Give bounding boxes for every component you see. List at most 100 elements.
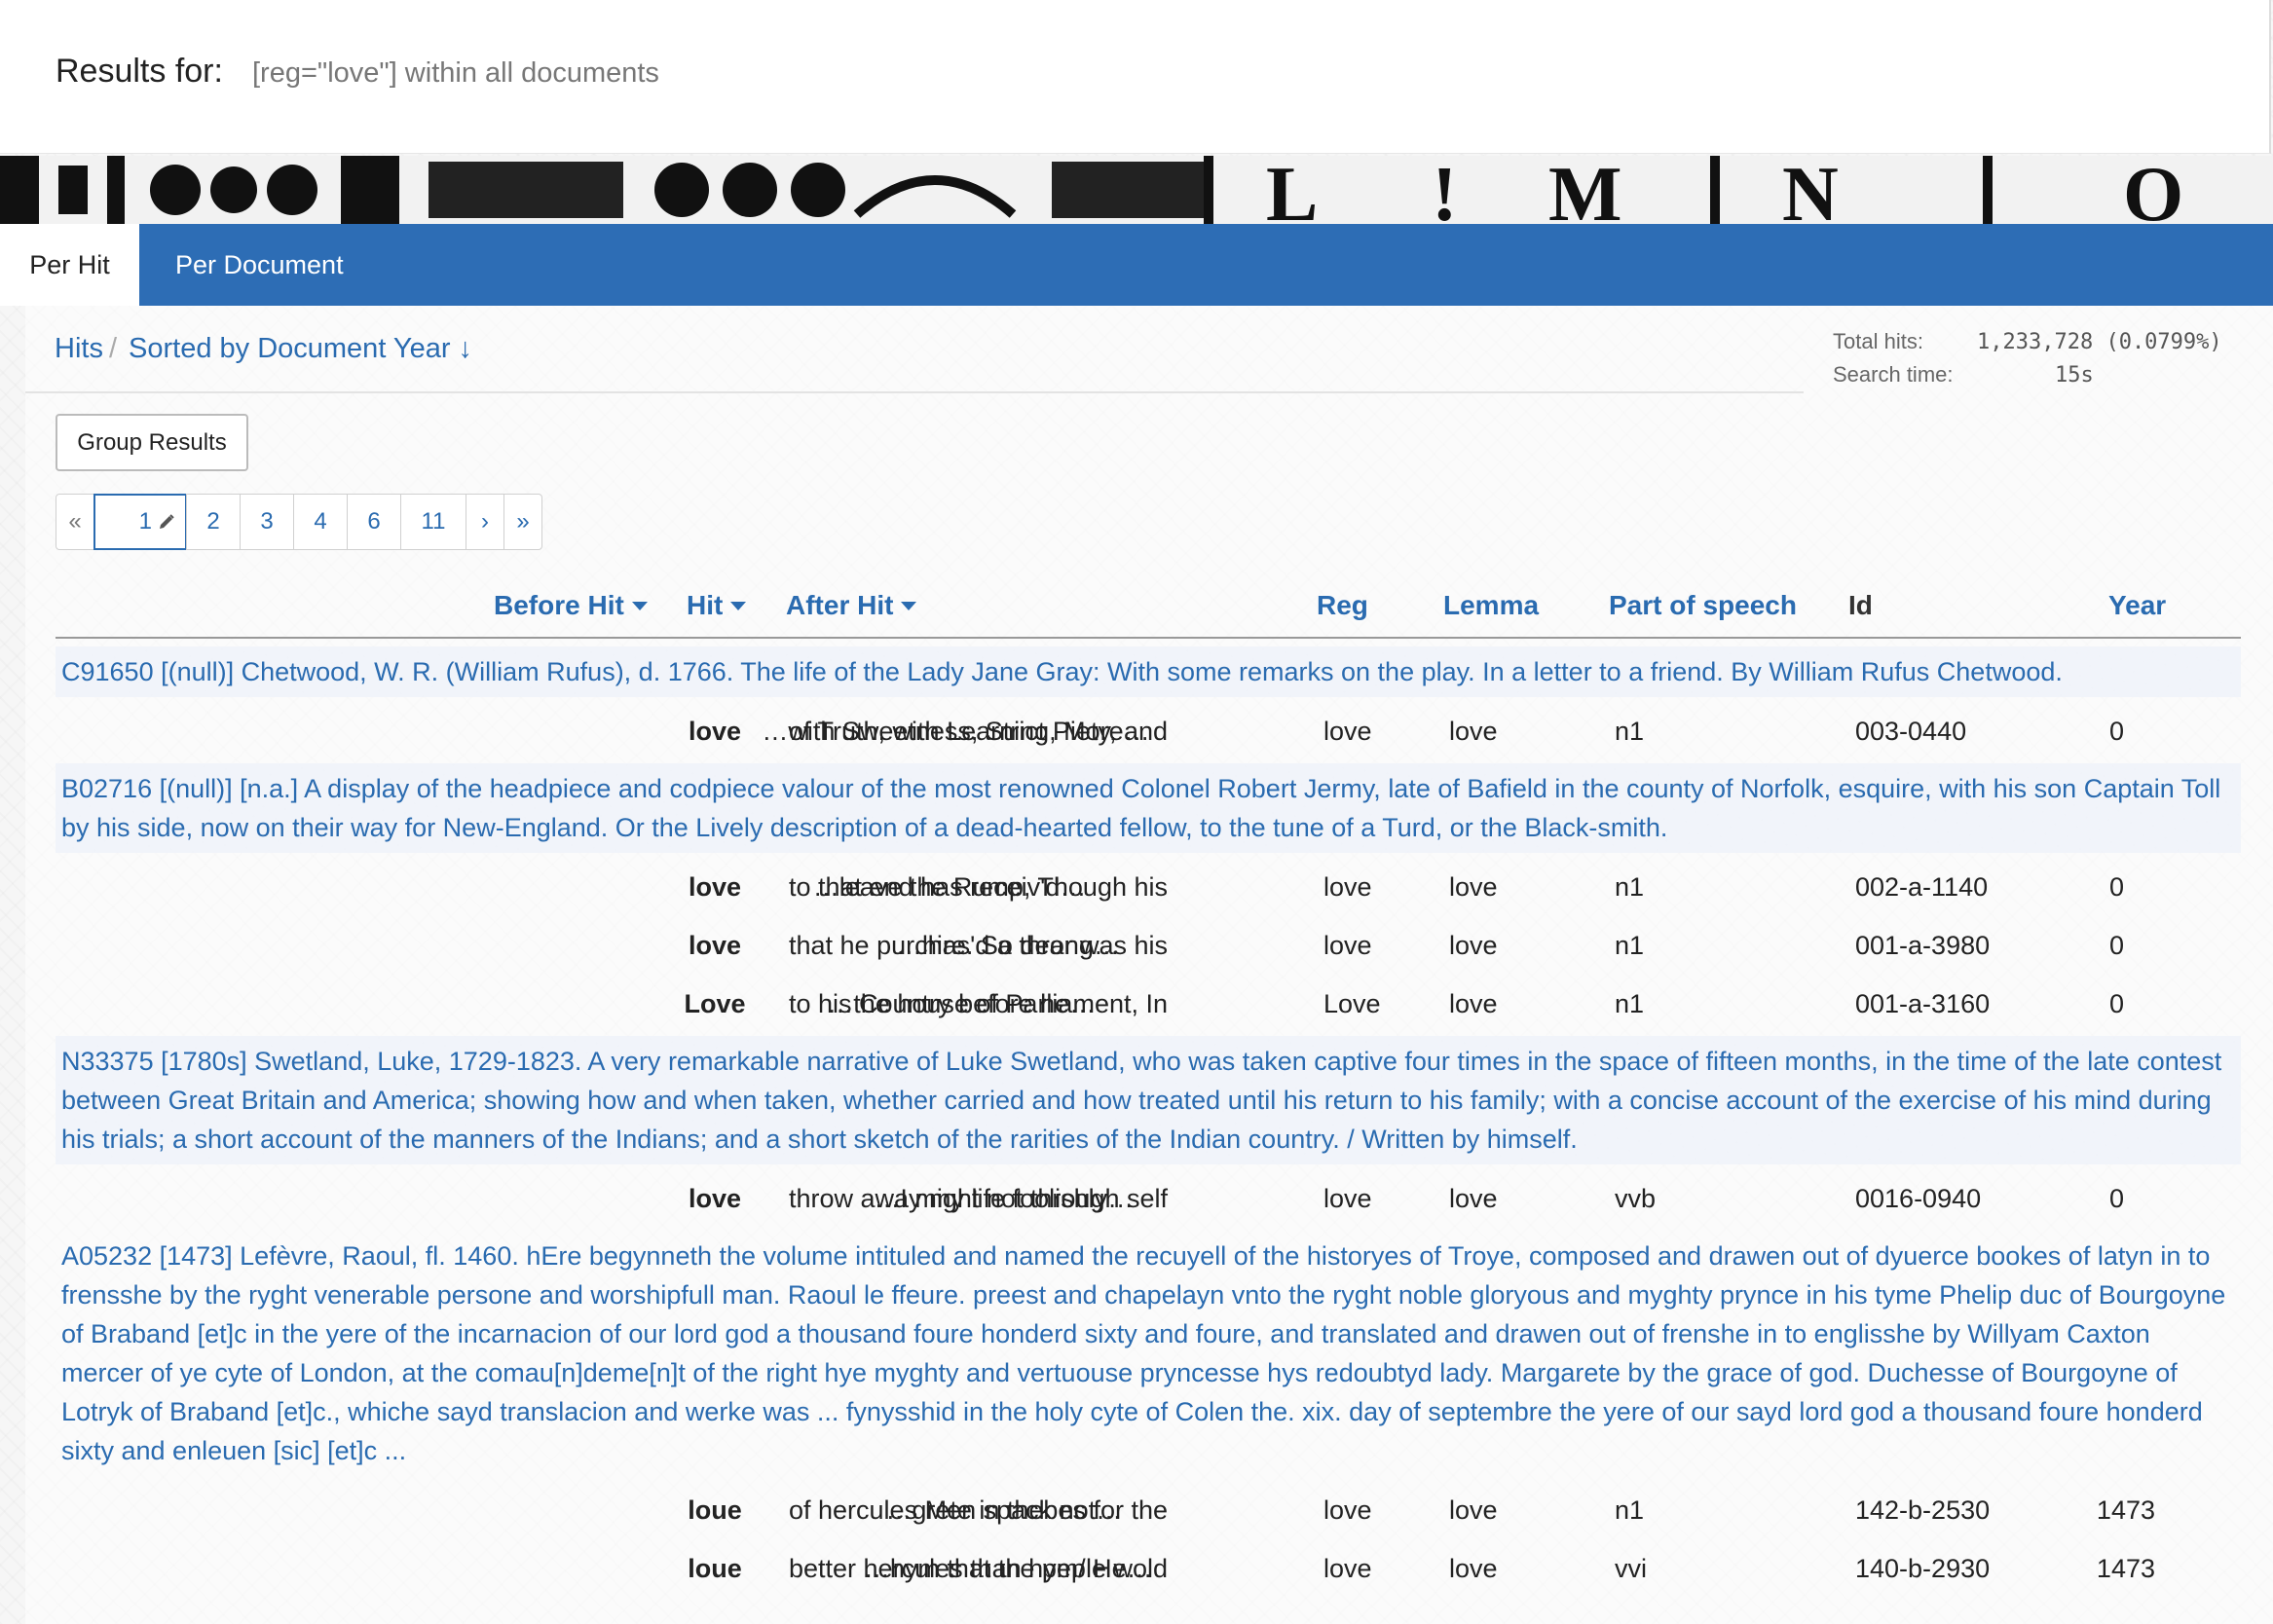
table-row[interactable]: …hym that the peple wold loue better her…: [56, 1542, 2241, 1597]
hit-cell: love: [688, 1184, 742, 1213]
svg-text:O: O: [2123, 156, 2183, 224]
page-current-input[interactable]: 1: [93, 494, 187, 550]
total-hits-label: Total hits:: [1833, 329, 1923, 353]
svg-text:M: M: [1548, 156, 1622, 224]
pos-cell: n1: [1615, 989, 1645, 1018]
lemma-cell: love: [1449, 717, 1498, 746]
breadcrumb-hits-link[interactable]: Hits: [55, 333, 103, 365]
after-hit-cell: better hercules than hym/ He…: [789, 1554, 1153, 1583]
column-year[interactable]: Year: [2108, 590, 2166, 621]
after-hit-cell: to that end has receiv'd…: [789, 872, 1087, 902]
hit-cell: love: [688, 872, 742, 902]
reg-cell: love: [1323, 1554, 1372, 1583]
page-2-button[interactable]: 2: [186, 494, 241, 550]
pagination: « 1 2 3 4 6 11 › »: [56, 494, 542, 550]
total-hits-value: 1,233,728 (0.0799%): [1977, 329, 2222, 354]
id-cell: 140-b-2930: [1855, 1554, 1991, 1583]
hit-cell: love: [688, 931, 742, 960]
column-before-hit-label: Before Hit: [494, 590, 624, 620]
page-4-button[interactable]: 4: [293, 494, 348, 550]
lemma-cell: love: [1449, 1495, 1498, 1525]
id-cell: 001-a-3160: [1855, 989, 1991, 1018]
document-row[interactable]: C91650 [(null)] Chetwood, W. R. (William…: [56, 646, 2241, 697]
lemma-cell: love: [1449, 989, 1498, 1018]
table-row[interactable]: …I might not through self love throw awa…: [56, 1172, 2241, 1227]
hit-cell: Love: [684, 989, 746, 1018]
caret-down-icon: [631, 601, 648, 610]
pos-cell: vvb: [1615, 1184, 1657, 1213]
caret-down-icon: [901, 601, 917, 610]
pos-cell: n1: [1615, 1495, 1645, 1525]
pos-cell: vvi: [1615, 1554, 1647, 1583]
banner-ornament-image: L ! M N O: [0, 156, 2273, 224]
svg-text:N: N: [1782, 156, 1839, 224]
column-before-hit[interactable]: Before Hit: [494, 590, 648, 621]
page-next-button[interactable]: ›: [466, 494, 504, 550]
reg-cell: love: [1323, 872, 1372, 902]
after-hit-cell: of hercules Men spack not…: [789, 1495, 1123, 1525]
column-after-hit-label: After Hit: [786, 590, 894, 620]
document-row[interactable]: B02716 [(null)] [n.a.] A display of the …: [56, 763, 2241, 853]
page-current-number: 1: [138, 508, 152, 535]
search-stats: Total hits: 1,233,728 (0.0799%) Search t…: [1833, 325, 2222, 391]
tab-per-hit[interactable]: Per Hit: [0, 224, 139, 306]
reg-cell: love: [1323, 1495, 1372, 1525]
year-cell: 0: [2108, 717, 2124, 746]
column-hit-label: Hit: [687, 590, 724, 620]
column-reg[interactable]: Reg: [1317, 590, 1368, 621]
search-time-label: Search time:: [1833, 362, 1954, 387]
year-cell: 1473: [2096, 1495, 2155, 1525]
pos-cell: n1: [1615, 872, 1645, 902]
table-row[interactable]: …with Sweetness, Strict Piety, and love …: [56, 705, 2241, 759]
document-row[interactable]: N33375 [1780s] Swetland, Luke, 1729-1823…: [56, 1036, 2241, 1164]
table-row[interactable]: …leave the Rump, Though his love to that…: [56, 861, 2241, 915]
column-id: Id: [1848, 590, 1873, 620]
table-row[interactable]: …grete in thebes for the loue of hercule…: [56, 1484, 2241, 1538]
page-6-button[interactable]: 6: [347, 494, 401, 550]
id-cell: 003-0440: [1855, 717, 1967, 746]
after-hit-cell: that he purchas'd a throng…: [789, 931, 1120, 960]
lemma-cell: love: [1449, 931, 1498, 960]
id-cell: 0016-0940: [1855, 1184, 1982, 1213]
pos-cell: n1: [1615, 717, 1645, 746]
results-for-label: Results for:: [56, 53, 223, 90]
search-time-value: 15s: [2055, 362, 2094, 388]
after-hit-cell: throw away my life foolishly…: [789, 1184, 1135, 1213]
svg-text:!: !: [1432, 156, 1458, 224]
hit-cell: loue: [688, 1495, 742, 1525]
svg-text:L: L: [1266, 156, 1318, 224]
group-results-button[interactable]: Group Results: [56, 414, 248, 471]
table-row[interactable]: …the house of Parliament, In Love to his…: [56, 978, 2241, 1032]
table-header: Before Hit Hit After Hit Reg Lemma Part …: [56, 578, 2241, 639]
column-pos[interactable]: Part of speech: [1609, 590, 1797, 621]
search-header: Results for: [reg="love"] within all doc…: [0, 0, 2271, 154]
after-hit-cell: of Truth, with Learning, More…: [789, 717, 1150, 746]
hit-cell: love: [688, 717, 742, 746]
decorative-banner: L ! M N O: [0, 156, 2273, 224]
query-text: [reg="love"] within all documents: [252, 57, 659, 89]
id-cell: 001-a-3980: [1855, 931, 1991, 960]
year-cell: 1473: [2096, 1554, 2155, 1583]
breadcrumb-sort-link[interactable]: Sorted by Document Year ↓: [129, 333, 472, 365]
tab-per-document[interactable]: Per Document: [146, 224, 373, 306]
year-cell: 0: [2108, 931, 2124, 960]
page-11-button[interactable]: 11: [400, 494, 466, 550]
reg-cell: love: [1323, 717, 1372, 746]
pos-cell: n1: [1615, 931, 1645, 960]
column-hit[interactable]: Hit: [687, 590, 747, 621]
view-tabs: Per Hit Per Document: [0, 224, 2273, 306]
results-table: Before Hit Hit After Hit Reg Lemma Part …: [56, 578, 2241, 1583]
document-row[interactable]: A05232 [1473] Lefèvre, Raoul, fl. 1460. …: [56, 1231, 2241, 1476]
page-first-button[interactable]: «: [56, 494, 94, 550]
caret-down-icon: [730, 601, 747, 610]
hit-cell: loue: [688, 1554, 742, 1583]
after-hit-cell: to his Country before he…: [789, 989, 1097, 1018]
column-lemma[interactable]: Lemma: [1443, 590, 1539, 621]
column-after-hit[interactable]: After Hit: [786, 590, 917, 621]
lemma-cell: love: [1449, 872, 1498, 902]
breadcrumb: Hits / Sorted by Document Year ↓: [55, 333, 472, 365]
year-cell: 0: [2108, 989, 2124, 1018]
page-last-button[interactable]: »: [503, 494, 542, 550]
table-row[interactable]: …hire. So dear was his love that he purc…: [56, 919, 2241, 974]
page-3-button[interactable]: 3: [240, 494, 294, 550]
